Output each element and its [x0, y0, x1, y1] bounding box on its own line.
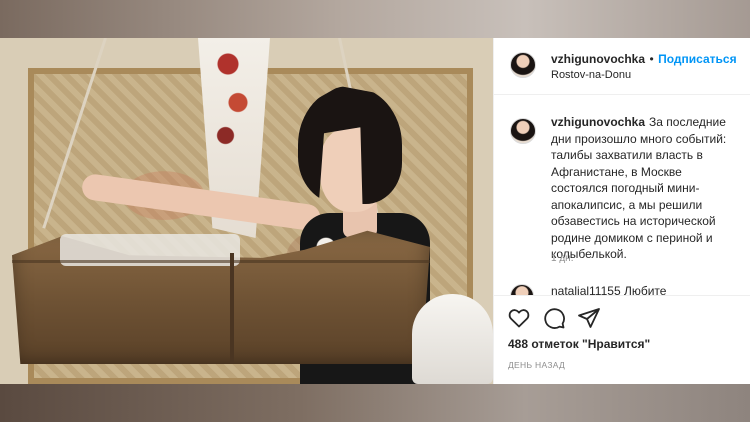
top-blur-band — [0, 0, 750, 38]
header-line: vzhigunovochka • Подписаться — [551, 50, 737, 68]
shawl-pattern — [208, 42, 258, 152]
heart-icon[interactable] — [507, 306, 531, 330]
caption-text: За последние дни произошло много событий… — [551, 115, 727, 261]
cradle-board-seam — [230, 253, 234, 363]
location-link[interactable]: Rostov-na-Donu — [551, 69, 631, 81]
username-link[interactable]: vzhigunovochka — [551, 52, 645, 66]
avatar[interactable] — [510, 52, 536, 78]
post-sidebar: vzhigunovochka • Подписаться Rostov-na-D… — [493, 38, 750, 384]
cradle-board-edge — [12, 260, 430, 263]
bottom-blur-band — [0, 384, 750, 422]
post-photo[interactable] — [0, 38, 493, 384]
post-date[interactable]: ДЕНЬ НАЗАД — [508, 360, 565, 370]
comment-preview: natalial11155 Любите — [494, 278, 750, 296]
follow-button[interactable]: Подписаться — [658, 52, 736, 66]
post-header: vzhigunovochka • Подписаться Rostov-na-D… — [494, 38, 750, 95]
pillow — [412, 294, 493, 384]
action-bar: 488 отметок "Нравится" ДЕНЬ НАЗАД — [494, 295, 750, 384]
comment-icon[interactable] — [542, 306, 566, 330]
caption: vzhigunovochka За последние дни произошло… — [551, 114, 741, 263]
separator-dot: • — [649, 52, 654, 66]
post-time[interactable]: 1 дн. — [551, 253, 573, 264]
caption-avatar[interactable] — [510, 118, 536, 144]
likes-count[interactable]: 488 отметок "Нравится" — [508, 337, 650, 351]
share-icon[interactable] — [577, 306, 601, 330]
caption-username[interactable]: vzhigunovochka — [551, 115, 645, 129]
